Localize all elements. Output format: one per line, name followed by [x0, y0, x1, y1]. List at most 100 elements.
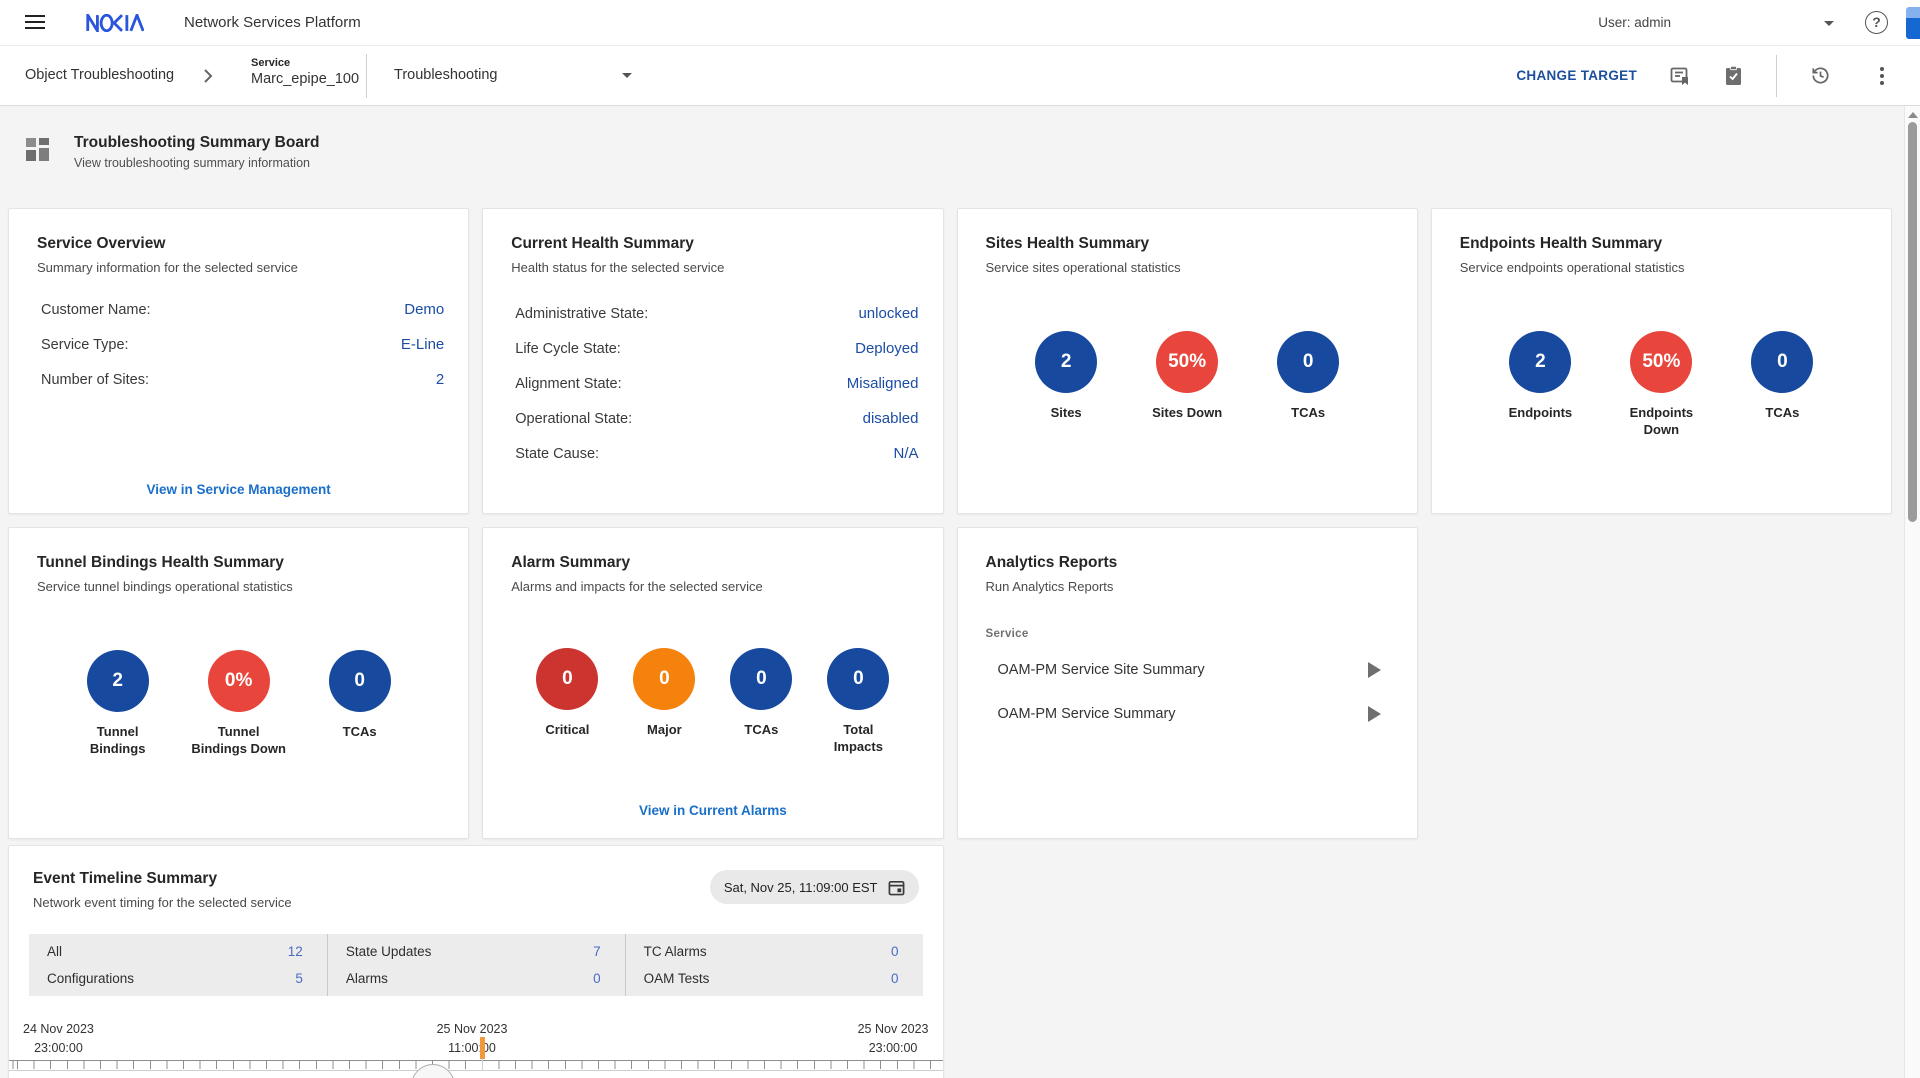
cards-row-1: Service Overview Summary information for…: [8, 208, 1892, 514]
stat-sites[interactable]: 2 Sites: [1018, 331, 1114, 422]
stat-tunnel-bindings-down[interactable]: 0% Tunnel Bindings Down: [191, 650, 287, 758]
field-service-type: Service Type: E-Line: [41, 336, 444, 354]
filter-configurations[interactable]: Configurations 5: [47, 971, 303, 986]
stat-total-impacts[interactable]: 0 Total Impacts: [818, 648, 898, 756]
stat-alarm-tcas[interactable]: 0 TCAs: [721, 648, 801, 756]
timeline-brush-strip[interactable]: [9, 1070, 943, 1078]
toolbar-actions: CHANGE TARGET: [1516, 46, 1888, 105]
card-title: Sites Health Summary: [986, 235, 1389, 253]
stat-circles: 0 Critical 0 Major 0 TCAs 0 Total Impact…: [483, 648, 942, 756]
vertical-scrollbar[interactable]: [1904, 106, 1920, 1078]
field-state-cause: State Cause: N/A: [515, 445, 918, 463]
user-menu[interactable]: User: admin: [1598, 0, 1671, 46]
card-title: Alarm Summary: [511, 554, 914, 572]
field-life-cycle-state: Life Cycle State: Deployed: [515, 340, 918, 358]
view-selector-dropdown[interactable]: Troubleshooting: [394, 46, 636, 105]
breadcrumb[interactable]: Object Troubleshooting: [25, 46, 174, 105]
user-caret-icon[interactable]: [1824, 21, 1834, 26]
history-icon[interactable]: [1809, 64, 1832, 87]
stat-circles: 2 Sites 50% Sites Down 0 TCAs: [958, 331, 1417, 422]
target-type-label: Service: [251, 57, 359, 69]
product-title: Network Services Platform: [184, 0, 361, 46]
event-stats-col: All 12 Configurations 5: [29, 934, 327, 996]
calendar-icon: [888, 879, 905, 896]
content: Troubleshooting Summary Board View troub…: [0, 106, 1920, 1078]
hamburger-menu-icon[interactable]: [25, 15, 45, 31]
card-subtitle: Service endpoints operational statistics: [1460, 260, 1863, 275]
report-list-icon[interactable]: [1669, 65, 1691, 87]
stat-major[interactable]: 0 Major: [624, 648, 704, 756]
card-sites-health-summary: Sites Health Summary Service sites opera…: [957, 208, 1418, 514]
field-operational-state: Operational State: disabled: [515, 410, 918, 428]
current-time-marker: [480, 1037, 485, 1059]
stat-circles: 2 Endpoints 50% Endpoints Down 0 TCAs: [1432, 331, 1891, 439]
stat-endpoints[interactable]: 2 Endpoints: [1492, 331, 1588, 439]
scrollbar-thumb[interactable]: [1908, 122, 1917, 522]
stat-tunnel-bindings[interactable]: 2 Tunnel Bindings: [70, 650, 166, 758]
card-title: Current Health Summary: [511, 235, 914, 253]
view-in-current-alarms-link[interactable]: View in Current Alarms: [483, 803, 942, 818]
card-subtitle: Run Analytics Reports: [986, 579, 1389, 594]
field-alignment-state: Alignment State: Misaligned: [515, 375, 918, 393]
event-stats-col: State Updates 7 Alarms 0: [327, 934, 625, 996]
card-title: Event Timeline Summary: [33, 870, 292, 888]
stat-sites-tcas[interactable]: 0 TCAs: [1260, 331, 1356, 422]
analytics-section-label: Service: [986, 628, 1389, 640]
field-number-of-sites: Number of Sites: 2: [41, 371, 444, 389]
card-endpoints-health-summary: Endpoints Health Summary Service endpoin…: [1431, 208, 1892, 514]
cards-row-3: Event Timeline Summary Network event tim…: [8, 845, 1892, 1078]
filter-tc-alarms[interactable]: TC Alarms 0: [644, 944, 899, 959]
card-alarm-summary: Alarm Summary Alarms and impacts for the…: [482, 527, 943, 839]
report-oam-pm-service-site-summary[interactable]: OAM-PM Service Site Summary: [998, 648, 1391, 692]
filter-oam-tests[interactable]: OAM Tests 0: [644, 971, 899, 986]
toolbar: Object Troubleshooting Service Marc_epip…: [0, 46, 1920, 106]
card-event-timeline-summary: Event Timeline Summary Network event tim…: [8, 845, 944, 1078]
field-customer-name: Customer Name: Demo: [41, 301, 444, 319]
card-title: Analytics Reports: [986, 554, 1389, 572]
app-header: Network Services Platform User: admin ?: [0, 0, 1920, 46]
timeline-ruler[interactable]: [9, 1060, 943, 1069]
report-oam-pm-service-summary[interactable]: OAM-PM Service Summary: [998, 692, 1391, 736]
axis-end-label: 25 Nov 2023 23:00:00: [858, 1020, 929, 1059]
card-subtitle: Alarms and impacts for the selected serv…: [511, 579, 914, 594]
stat-circles: 2 Tunnel Bindings 0% Tunnel Bindings Dow…: [9, 650, 468, 758]
field-list: Administrative State: unlocked Life Cycl…: [515, 305, 918, 463]
timeline-axis-labels: 24 Nov 2023 23:00:00 25 Nov 2023 11:00:0…: [9, 1020, 943, 1058]
stat-critical[interactable]: 0 Critical: [527, 648, 607, 756]
view-in-service-management-link[interactable]: View in Service Management: [9, 482, 468, 497]
filter-all[interactable]: All 12: [47, 944, 303, 959]
page-header: Troubleshooting Summary Board View troub…: [25, 134, 1920, 172]
scrollbar-up-arrow[interactable]: [1908, 112, 1918, 118]
change-target-button[interactable]: CHANGE TARGET: [1516, 68, 1637, 83]
card-subtitle: Health status for the selected service: [511, 260, 914, 275]
target-object: Service Marc_epipe_100: [251, 57, 359, 87]
nokia-logo: [86, 14, 144, 32]
stat-endpoints-down[interactable]: 50% Endpoints Down: [1613, 331, 1709, 439]
field-administrative-state: Administrative State: unlocked: [515, 305, 918, 323]
run-report-icon[interactable]: [1368, 662, 1381, 678]
more-options-kebab-icon[interactable]: [1876, 60, 1888, 92]
page-subtitle: View troubleshooting summary information: [74, 156, 319, 170]
report-list: OAM-PM Service Site Summary OAM-PM Servi…: [958, 648, 1417, 736]
run-report-icon[interactable]: [1368, 706, 1381, 722]
datetime-picker[interactable]: Sat, Nov 25, 11:09:00 EST: [710, 870, 919, 904]
filter-state-updates[interactable]: State Updates 7: [346, 944, 601, 959]
stat-sites-down[interactable]: 50% Sites Down: [1139, 331, 1235, 422]
screen: Network Services Platform User: admin ? …: [0, 0, 1920, 1078]
stat-endpoints-tcas[interactable]: 0 TCAs: [1734, 331, 1830, 439]
stat-tunnel-tcas[interactable]: 0 TCAs: [312, 650, 408, 758]
card-title: Service Overview: [37, 235, 440, 253]
help-icon[interactable]: ?: [1865, 11, 1888, 34]
card-current-health-summary: Current Health Summary Health status for…: [482, 208, 943, 514]
card-service-overview: Service Overview Summary information for…: [8, 208, 469, 514]
toolbar-divider: [1776, 55, 1777, 97]
target-name: Marc_epipe_100: [251, 71, 359, 87]
filter-alarms[interactable]: Alarms 0: [346, 971, 601, 986]
card-title: Tunnel Bindings Health Summary: [37, 554, 440, 572]
field-list: Customer Name: Demo Service Type: E-Line…: [41, 301, 444, 389]
event-stats-col: TC Alarms 0 OAM Tests 0: [625, 934, 923, 996]
card-subtitle: Service tunnel bindings operational stat…: [37, 579, 440, 594]
clipped-corner-badge: [1906, 7, 1920, 39]
clipboard-check-icon[interactable]: [1723, 65, 1744, 87]
card-subtitle: Network event timing for the selected se…: [33, 895, 292, 910]
